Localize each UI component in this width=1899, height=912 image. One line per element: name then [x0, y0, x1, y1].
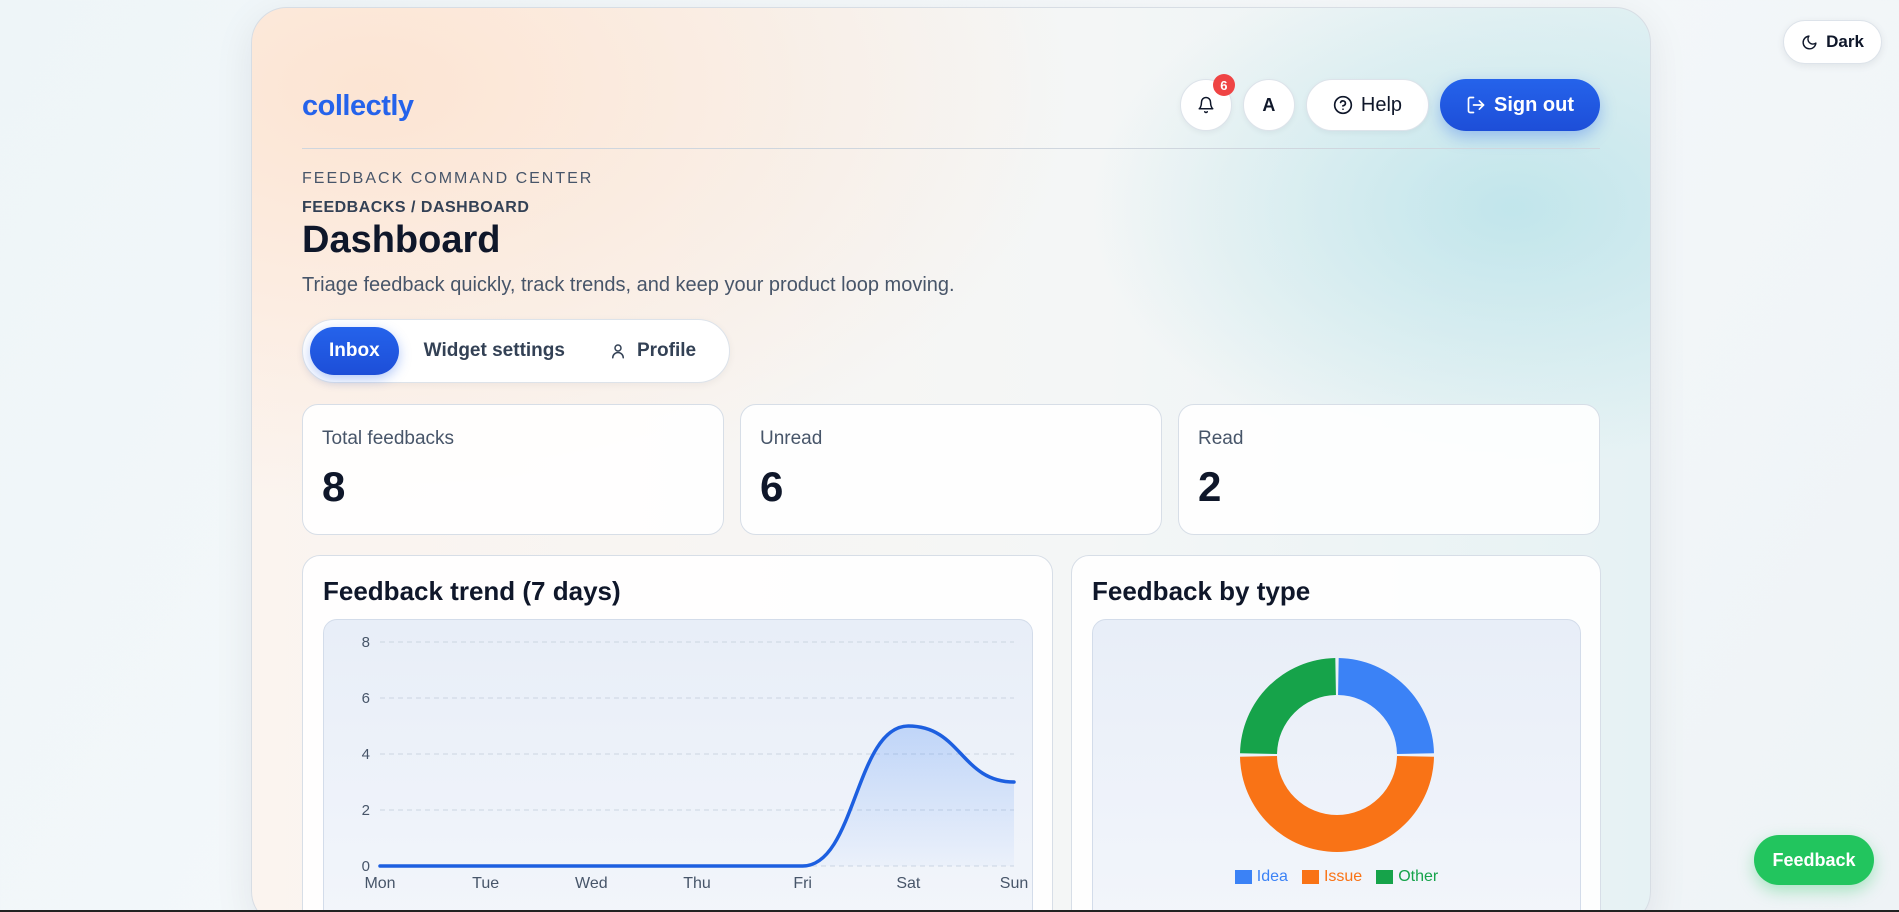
stat-card-total: Total feedbacks 8 — [302, 404, 724, 535]
legend-swatch — [1376, 870, 1394, 884]
stat-value: 8 — [322, 463, 346, 510]
user-icon — [611, 344, 624, 359]
help-label: Help — [1360, 93, 1403, 116]
x-tick-label: Sat — [896, 875, 921, 892]
log-out-icon — [1467, 96, 1485, 114]
trend-panel: Feedback trend (7 days) 0 2 4 6 8 Mon Tue Wed Th… — [302, 555, 1053, 912]
y-tick-label: 8 — [362, 634, 370, 651]
y-tick-label: 0 — [362, 858, 370, 875]
donut-slice-idea — [1338, 658, 1434, 754]
stat-label: Total feedbacks — [322, 428, 455, 449]
page-eyebrow: FEEDBACK COMMAND CENTER — [302, 170, 594, 187]
notifications-button[interactable]: 6 — [1179, 74, 1235, 131]
x-tick-label: Fri — [793, 875, 812, 892]
help-button[interactable]: Help — [1305, 79, 1430, 131]
legend-label: Issue — [1323, 868, 1363, 885]
breadcrumb: FEEDBACKS / DASHBOARD — [302, 199, 530, 216]
page-title: Dashboard — [302, 219, 501, 261]
x-tick-label: Mon — [364, 875, 395, 892]
legend-item-issue[interactable]: Issue — [1301, 868, 1363, 886]
series-area — [380, 726, 1014, 866]
theme-toggle-button[interactable]: Dark — [1783, 20, 1882, 64]
tab-widget-settings[interactable]: Widget settings — [405, 327, 584, 375]
x-tick-label: Tue — [472, 875, 499, 892]
page-subtitle: Triage feedback quickly, track trends, a… — [302, 274, 955, 296]
legend-swatch — [1301, 870, 1319, 884]
stat-value: 6 — [760, 463, 784, 510]
feedback-fab-button[interactable]: Feedback — [1754, 835, 1874, 885]
avatar-button[interactable]: A — [1242, 79, 1295, 131]
type-panel-title: Feedback by type — [1092, 576, 1311, 606]
tab-bar: Inbox Widget settings Profile — [302, 319, 730, 383]
type-chart: Idea Issue Other — [1092, 619, 1581, 912]
feedback-fab-label: Feedback — [1772, 849, 1856, 870]
tab-inbox-label: Inbox — [329, 340, 380, 361]
trend-chart: 0 2 4 6 8 Mon Tue Wed Thu Fri Sat Sun — [323, 619, 1033, 912]
help-circle-icon — [1333, 95, 1353, 115]
donut-slice-issue — [1240, 756, 1434, 852]
stat-card-unread: Unread 6 — [740, 404, 1162, 535]
x-tick-label: Sun — [1000, 875, 1028, 892]
type-panel: Feedback by type Idea Issue Other — [1071, 555, 1601, 912]
header-divider — [302, 148, 1600, 149]
tab-profile-label: Profile — [636, 340, 697, 361]
avatar-initial: A — [1262, 94, 1276, 115]
tab-widget-settings-label: Widget settings — [423, 340, 565, 361]
legend-item-idea[interactable]: Idea — [1234, 868, 1288, 886]
stat-label: Read — [1198, 428, 1244, 449]
app-logo[interactable]: collectly — [302, 90, 414, 123]
legend-swatch — [1234, 870, 1252, 884]
sign-out-button[interactable]: Sign out — [1440, 79, 1600, 131]
tab-inbox[interactable]: Inbox — [310, 327, 399, 375]
header-actions: 6 A Help Sign out — [1179, 74, 1600, 131]
stat-label: Unread — [760, 428, 823, 449]
legend-label: Other — [1398, 868, 1439, 885]
stat-card-read: Read 2 — [1178, 404, 1600, 535]
moon-icon — [1802, 34, 1817, 49]
notification-count-badge: 6 — [1212, 74, 1235, 96]
trend-chart-svg: 0 2 4 6 8 Mon Tue Wed Thu Fri Sat Sun — [362, 634, 1029, 892]
bell-icon — [1198, 96, 1214, 114]
tab-profile[interactable]: Profile — [590, 327, 715, 375]
type-chart-legend: Idea Issue Other — [1093, 868, 1580, 886]
donut-slice-other — [1240, 658, 1336, 754]
trend-panel-title: Feedback trend (7 days) — [323, 576, 621, 606]
x-tick-label: Wed — [575, 875, 608, 892]
sign-out-label: Sign out — [1494, 93, 1574, 116]
theme-toggle-label: Dark — [1826, 32, 1864, 51]
app-shell: collectly 6 A Help Sign out FEEDBACK COM… — [251, 7, 1651, 912]
y-tick-label: 2 — [362, 802, 370, 819]
stat-value: 2 — [1198, 463, 1222, 510]
legend-label: Idea — [1256, 868, 1288, 885]
y-tick-label: 4 — [362, 746, 370, 763]
x-tick-label: Thu — [683, 875, 711, 892]
legend-item-other[interactable]: Other — [1376, 868, 1438, 886]
y-tick-label: 6 — [362, 690, 370, 707]
